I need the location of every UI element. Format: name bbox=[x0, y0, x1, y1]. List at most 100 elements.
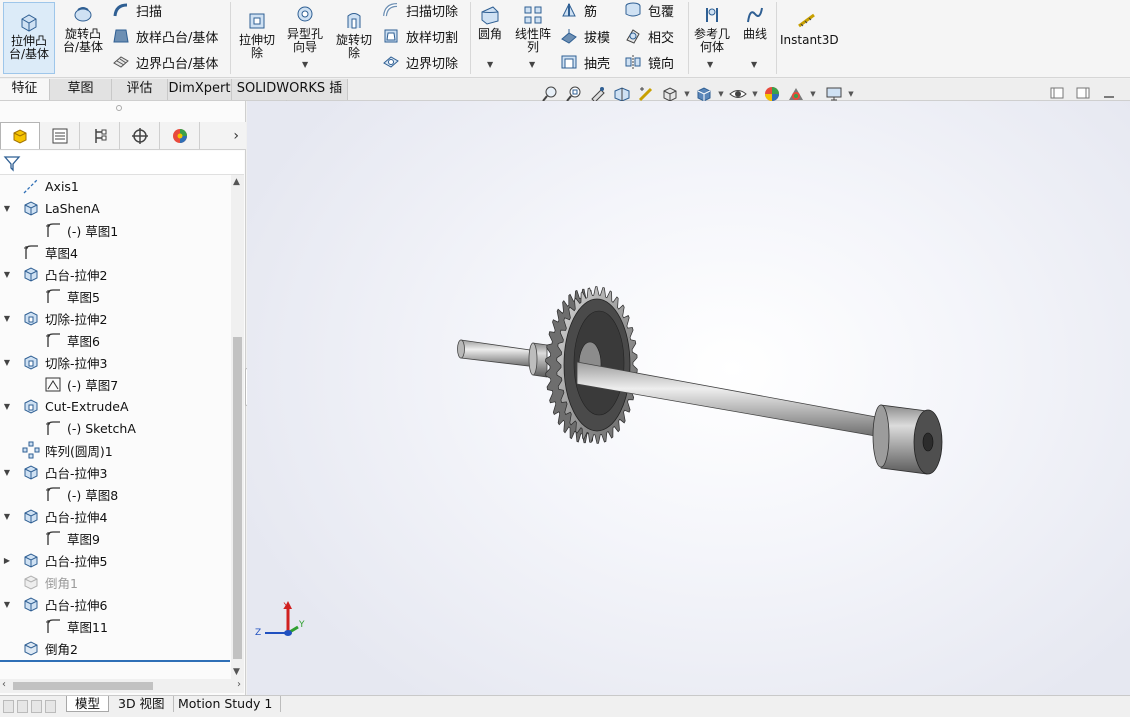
tab-3d-views[interactable]: 3D 视图 bbox=[110, 696, 174, 712]
linear-pattern-button[interactable]: 线性阵列 bbox=[512, 4, 554, 54]
collapse-arrow-icon[interactable]: ▼ bbox=[2, 314, 12, 323]
tab-featuremanager[interactable] bbox=[0, 122, 40, 149]
scroll-left-icon[interactable]: ‹ bbox=[2, 679, 6, 690]
tree-item[interactable]: ▼ 切除-拉伸2 bbox=[0, 307, 231, 329]
tree-item[interactable]: ▼ 凸台-拉伸6 bbox=[0, 593, 231, 615]
graphics-area[interactable]: X Y Z bbox=[247, 101, 1130, 695]
tab-propertymanager[interactable] bbox=[40, 122, 80, 149]
display-style-dropdown-icon[interactable]: ▼ bbox=[716, 90, 726, 98]
filter-icon[interactable] bbox=[3, 154, 21, 172]
tree-item[interactable]: ▼ 凸台-拉伸2 bbox=[0, 263, 231, 285]
rollback-bar[interactable] bbox=[0, 660, 230, 662]
tree-item[interactable]: 阵列(圆周)1 bbox=[0, 439, 231, 461]
intersect-button[interactable]: 相交 bbox=[624, 26, 674, 46]
panel-grip-icon[interactable] bbox=[116, 105, 122, 111]
tab-model[interactable]: 模型 bbox=[66, 696, 110, 712]
lofted-cut-button[interactable]: 放样切割 bbox=[382, 26, 458, 46]
draft-button[interactable]: 拔模 bbox=[560, 26, 610, 46]
scrollbar-thumb[interactable] bbox=[13, 682, 153, 690]
tree-item[interactable]: (-) SketchA bbox=[0, 417, 231, 439]
reference-geometry-button[interactable]: 参考几何体 bbox=[692, 4, 732, 54]
tree-item[interactable]: (-) 草图1 bbox=[0, 219, 231, 241]
tab-solidworks-addins[interactable]: SOLIDWORKS 插件 bbox=[232, 79, 348, 116]
expand-arrow-icon[interactable]: ▶ bbox=[2, 556, 12, 565]
tab-configurationmanager[interactable] bbox=[80, 122, 120, 149]
swept-cut-button[interactable]: 扫描切除 bbox=[382, 0, 458, 20]
next-tab-arrow-icon[interactable] bbox=[31, 700, 42, 713]
tree-item[interactable]: 草图11 bbox=[0, 615, 231, 637]
prev-tab-arrow-icon[interactable] bbox=[17, 700, 28, 713]
tab-motion-study[interactable]: Motion Study 1 bbox=[170, 696, 282, 712]
reference-geometry-dropdown-icon[interactable]: ▼ bbox=[707, 60, 713, 69]
boundary-cut-button[interactable]: 边界切除 bbox=[382, 52, 458, 72]
tree-item[interactable]: 倒角2 bbox=[0, 637, 231, 659]
tab-displaymanager[interactable] bbox=[160, 122, 200, 149]
first-tab-arrow-icon[interactable] bbox=[3, 700, 14, 713]
hide-show-dropdown-icon[interactable]: ▼ bbox=[750, 90, 760, 98]
extrude-boss-button[interactable]: 拉伸凸台/基体 bbox=[3, 2, 55, 74]
tree-vertical-scrollbar[interactable]: ▲ ▼ bbox=[231, 175, 244, 679]
tree-item[interactable]: 倒角1 bbox=[0, 571, 231, 593]
tree-item[interactable]: (-) 草图8 bbox=[0, 483, 231, 505]
tree-item[interactable]: ▼ 切除-拉伸3 bbox=[0, 351, 231, 373]
end-hub[interactable] bbox=[872, 404, 943, 475]
wrap-button[interactable]: 包覆 bbox=[624, 0, 674, 20]
collapse-arrow-icon[interactable]: ▼ bbox=[2, 270, 12, 279]
collapse-arrow-icon[interactable]: ▼ bbox=[2, 468, 12, 477]
curves-dropdown-icon[interactable]: ▼ bbox=[751, 60, 757, 69]
sweep-button[interactable]: 扫描 bbox=[112, 0, 162, 20]
scroll-right-icon[interactable]: › bbox=[237, 679, 241, 690]
tree-filter[interactable] bbox=[0, 151, 244, 175]
collapse-arrow-icon[interactable]: ▼ bbox=[2, 204, 12, 213]
curves-button[interactable]: 曲线 bbox=[738, 4, 772, 41]
scroll-up-icon[interactable]: ▲ bbox=[233, 177, 240, 187]
tree-item[interactable]: 草图6 bbox=[0, 329, 231, 351]
collapse-arrow-icon[interactable]: ▼ bbox=[2, 402, 12, 411]
instant3d-button[interactable]: Instant3D bbox=[780, 10, 839, 47]
mirror-button[interactable]: 镜向 bbox=[624, 52, 674, 72]
extrude-cut-button[interactable]: 拉伸切除 bbox=[234, 10, 280, 60]
scrollbar-thumb[interactable] bbox=[233, 337, 242, 659]
tab-sketch[interactable]: 草图 bbox=[50, 79, 112, 100]
tab-features[interactable]: 特征 bbox=[0, 79, 50, 100]
loft-boss-button[interactable]: 放样凸台/基体 bbox=[112, 26, 218, 46]
collapse-arrow-icon[interactable]: ▼ bbox=[2, 512, 12, 521]
revolve-cut-button[interactable]: 旋转切除 bbox=[332, 10, 376, 60]
scene-dropdown-icon[interactable]: ▼ bbox=[808, 90, 818, 98]
boundary-boss-button[interactable]: 边界凸台/基体 bbox=[112, 52, 218, 72]
linear-pattern-dropdown-icon[interactable]: ▼ bbox=[529, 60, 535, 69]
shell-button[interactable]: 抽壳 bbox=[560, 52, 610, 72]
tree-item[interactable]: 草图9 bbox=[0, 527, 231, 549]
view-settings-dropdown-icon[interactable]: ▼ bbox=[846, 90, 856, 98]
fillet-dropdown-icon[interactable]: ▼ bbox=[487, 60, 493, 69]
tree-item[interactable]: ▼ 凸台-拉伸3 bbox=[0, 461, 231, 483]
tree-horizontal-scrollbar[interactable]: ‹ › bbox=[0, 679, 244, 693]
more-tabs-chevron-icon[interactable]: › bbox=[233, 128, 239, 144]
restore-right-icon[interactable] bbox=[1076, 86, 1090, 100]
tree-item[interactable]: ▶ 凸台-拉伸5 bbox=[0, 549, 231, 571]
tree-item[interactable]: ▼ Cut-ExtrudeA bbox=[0, 395, 231, 417]
tab-evaluate[interactable]: 评估 bbox=[112, 79, 168, 100]
tree-item[interactable]: (-) 草图7 bbox=[0, 373, 231, 395]
tree-item[interactable]: ▼ LaShenA bbox=[0, 197, 231, 219]
restore-left-icon[interactable] bbox=[1050, 86, 1064, 100]
model-viewport[interactable]: X Y Z bbox=[247, 101, 1130, 695]
fillet-button[interactable]: 圆角 bbox=[474, 4, 506, 41]
rib-button[interactable]: 筋 bbox=[560, 0, 597, 20]
tab-dimxpertmanager[interactable] bbox=[120, 122, 160, 149]
last-tab-arrow-icon[interactable] bbox=[45, 700, 56, 713]
minimize-icon[interactable] bbox=[1102, 86, 1116, 100]
tree-item[interactable]: ▼ 凸台-拉伸4 bbox=[0, 505, 231, 527]
collapse-arrow-icon[interactable]: ▼ bbox=[2, 358, 12, 367]
tab-dimxpert[interactable]: DimXpert bbox=[168, 79, 232, 100]
hole-wizard-dropdown-icon[interactable]: ▼ bbox=[302, 60, 308, 69]
hole-wizard-button[interactable]: 异型孔向导 bbox=[284, 4, 326, 54]
tree-item[interactable]: 草图5 bbox=[0, 285, 231, 307]
collapse-arrow-icon[interactable]: ▼ bbox=[2, 600, 12, 609]
shaft[interactable] bbox=[457, 339, 548, 378]
scroll-down-icon[interactable]: ▼ bbox=[233, 667, 240, 677]
revolve-boss-button[interactable]: 旋转凸台/基体 bbox=[58, 4, 108, 54]
view-orientation-dropdown-icon[interactable]: ▼ bbox=[682, 90, 692, 98]
tree-item[interactable]: Axis1 bbox=[0, 175, 231, 197]
tree-item[interactable]: 草图4 bbox=[0, 241, 231, 263]
